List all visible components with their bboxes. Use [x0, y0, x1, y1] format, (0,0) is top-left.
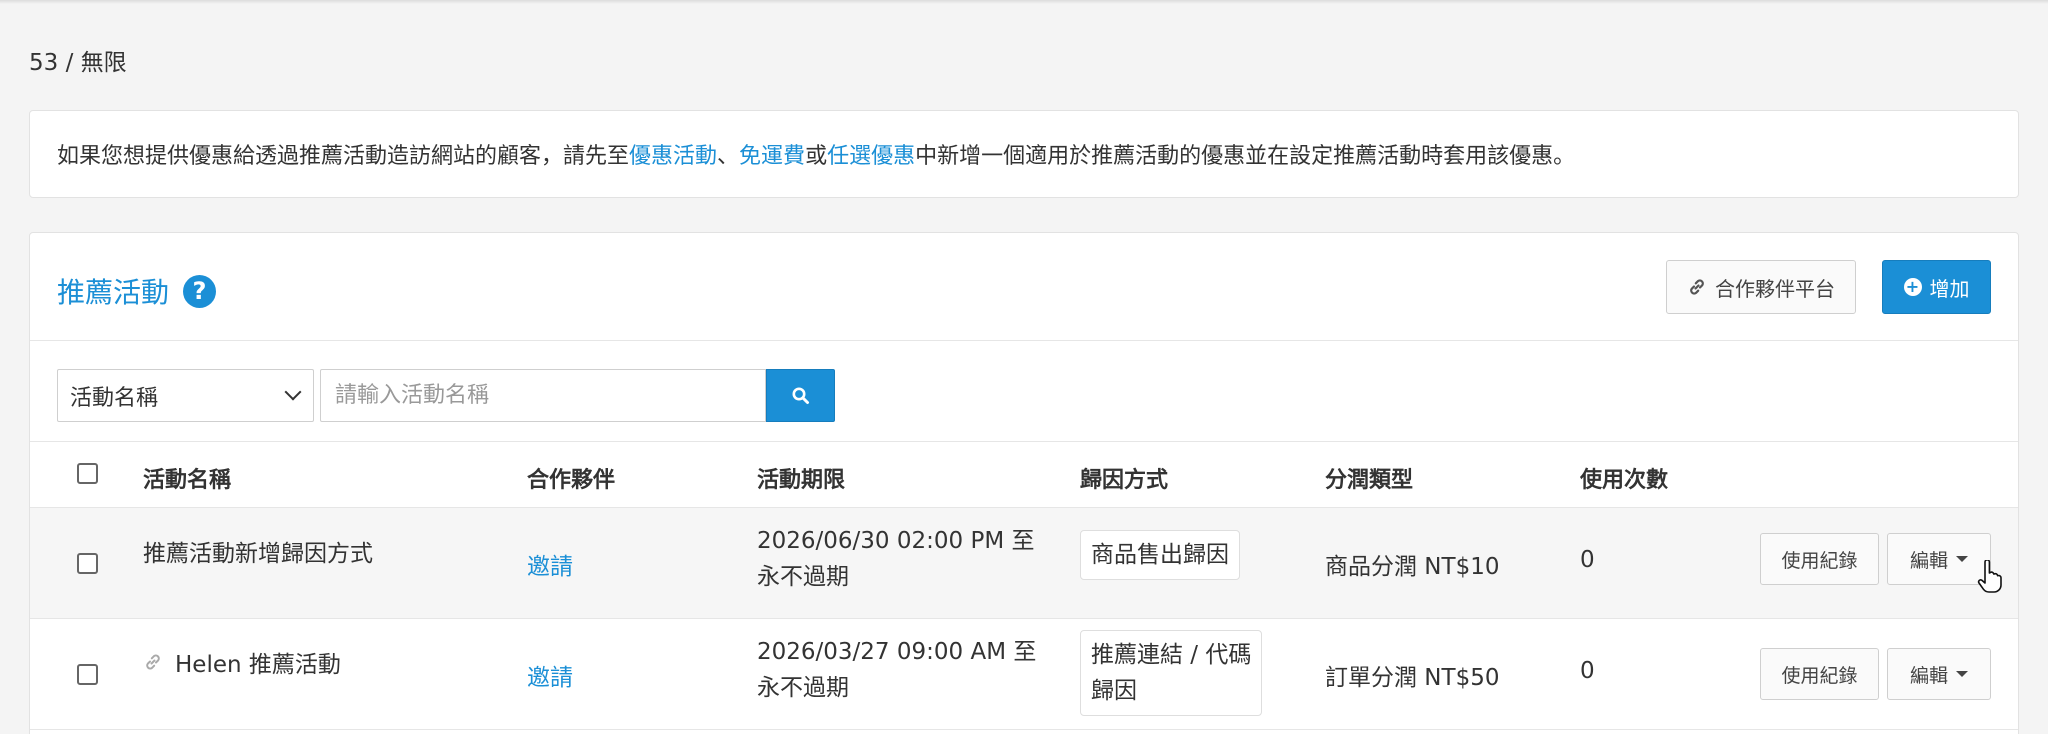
select-value: 活動名稱 [70, 385, 159, 411]
usage-count: 0 [1580, 547, 1595, 573]
link-icon [1690, 279, 1704, 295]
period-end: 永不過期 [757, 564, 849, 590]
column-header-name[interactable]: 活動名稱 [143, 462, 231, 494]
table-row: Helen 推薦活動 邀請 2026/03/27 09:00 AM 至 永不過期… [30, 619, 2018, 730]
partner-platform-button[interactable]: 合作夥伴平台 [1666, 260, 1856, 314]
search-button[interactable] [766, 369, 835, 422]
usage-log-button[interactable]: 使用紀錄 [1760, 533, 1879, 585]
notice-separator: 或 [805, 144, 828, 169]
free-shipping-link[interactable]: 免運費 [739, 138, 805, 170]
panel-header: 推薦活動 ? 合作夥伴平台 + 增加 [30, 233, 2018, 341]
campaign-name: 推薦活動新增歸因方式 [143, 541, 373, 567]
period-end: 永不過期 [757, 675, 849, 701]
filter-bar: 活動名稱 [30, 341, 2018, 442]
optional-discount-link[interactable]: 任選優惠 [827, 138, 915, 170]
usage-count: 0 [1580, 658, 1595, 684]
link-icon [146, 654, 160, 670]
promotions-link[interactable]: 優惠活動 [629, 138, 717, 170]
top-shadow [0, 0, 2048, 4]
search-icon [792, 387, 809, 404]
notice-text-before: 如果您想提供優惠給透過推薦活動造訪網站的顧客，請先至 [57, 144, 630, 169]
usage-log-label: 使用紀錄 [1781, 549, 1858, 572]
attribution-badge: 商品售出歸因 [1080, 530, 1240, 580]
caret-down-icon [1956, 671, 1968, 677]
search-field-select[interactable]: 活動名稱 [57, 369, 314, 422]
select-all-checkbox[interactable] [77, 463, 98, 484]
notice-text-after: 中新增一個適用於推薦活動的優惠並在設定推薦活動時套用該優惠。 [915, 144, 1576, 169]
usage-log-label: 使用紀錄 [1781, 664, 1858, 687]
referral-campaigns-panel: 推薦活動 ? 合作夥伴平台 + 增加 活動名稱 請輸入活動名稱 活動名稱 合作夥… [29, 232, 2019, 734]
usage-log-button[interactable]: 使用紀錄 [1760, 648, 1879, 700]
commission-type: 商品分潤 NT$10 [1325, 554, 1500, 580]
partner-platform-label: 合作夥伴平台 [1715, 276, 1835, 301]
panel-title-text: 推薦活動 [57, 276, 170, 309]
caret-down-icon [1956, 556, 1968, 562]
edit-label: 編輯 [1909, 664, 1948, 687]
chevron-down-icon [284, 383, 302, 401]
row-checkbox[interactable] [77, 553, 98, 574]
column-header-period[interactable]: 活動期限 [757, 462, 845, 494]
partner-invite-link[interactable]: 邀請 [527, 658, 573, 692]
period-start: 2026/03/27 09:00 AM 至 [757, 639, 1037, 665]
table-header: 活動名稱 合作夥伴 活動期限 歸因方式 分潤類型 使用次數 [30, 442, 2018, 508]
campaign-name: Helen 推薦活動 [175, 652, 341, 678]
campaign-period: 2026/06/30 02:00 PM 至 永不過期 [757, 523, 1035, 595]
attribution-text: 商品售出歸因 [1091, 542, 1229, 568]
column-header-usage[interactable]: 使用次數 [1580, 462, 1668, 494]
attribution-text-line2: 歸因 [1091, 678, 1137, 704]
info-notice: 如果您想提供優惠給透過推薦活動造訪網站的顧客，請先至 優惠活動 、 免運費 或 … [29, 110, 2019, 198]
edit-label: 編輯 [1909, 549, 1948, 572]
edit-dropdown-button[interactable]: 編輯 [1887, 648, 1991, 700]
hand-pointer-cursor-icon [1977, 560, 2002, 593]
usage-counter: 53 / 無限 [29, 50, 127, 76]
edit-dropdown-button[interactable]: 編輯 [1887, 533, 1991, 585]
partner-invite-link[interactable]: 邀請 [527, 547, 573, 581]
column-header-partner[interactable]: 合作夥伴 [527, 462, 615, 494]
add-button[interactable]: + 增加 [1882, 260, 1991, 314]
row-checkbox[interactable] [77, 664, 98, 685]
period-start: 2026/06/30 02:00 PM 至 [757, 528, 1035, 554]
search-input[interactable] [320, 369, 766, 422]
column-header-commission[interactable]: 分潤類型 [1325, 462, 1413, 494]
table-row: 推薦活動新增歸因方式 邀請 2026/06/30 02:00 PM 至 永不過期… [30, 508, 2018, 619]
attribution-text-line1: 推薦連結 / 代碼 [1091, 642, 1252, 668]
notice-separator: 、 [717, 144, 740, 169]
commission-type: 訂單分潤 NT$50 [1325, 665, 1500, 691]
campaign-name-cell: Helen 推薦活動 [143, 645, 341, 679]
help-icon[interactable]: ? [183, 274, 217, 308]
campaign-period: 2026/03/27 09:00 AM 至 永不過期 [757, 634, 1036, 706]
column-header-attribution[interactable]: 歸因方式 [1080, 462, 1168, 494]
page-title: 推薦活動 ? [57, 271, 217, 311]
attribution-badge: 推薦連結 / 代碼 歸因 [1080, 630, 1263, 716]
add-label: 增加 [1929, 276, 1970, 301]
plus-circle-icon: + [1903, 278, 1922, 296]
